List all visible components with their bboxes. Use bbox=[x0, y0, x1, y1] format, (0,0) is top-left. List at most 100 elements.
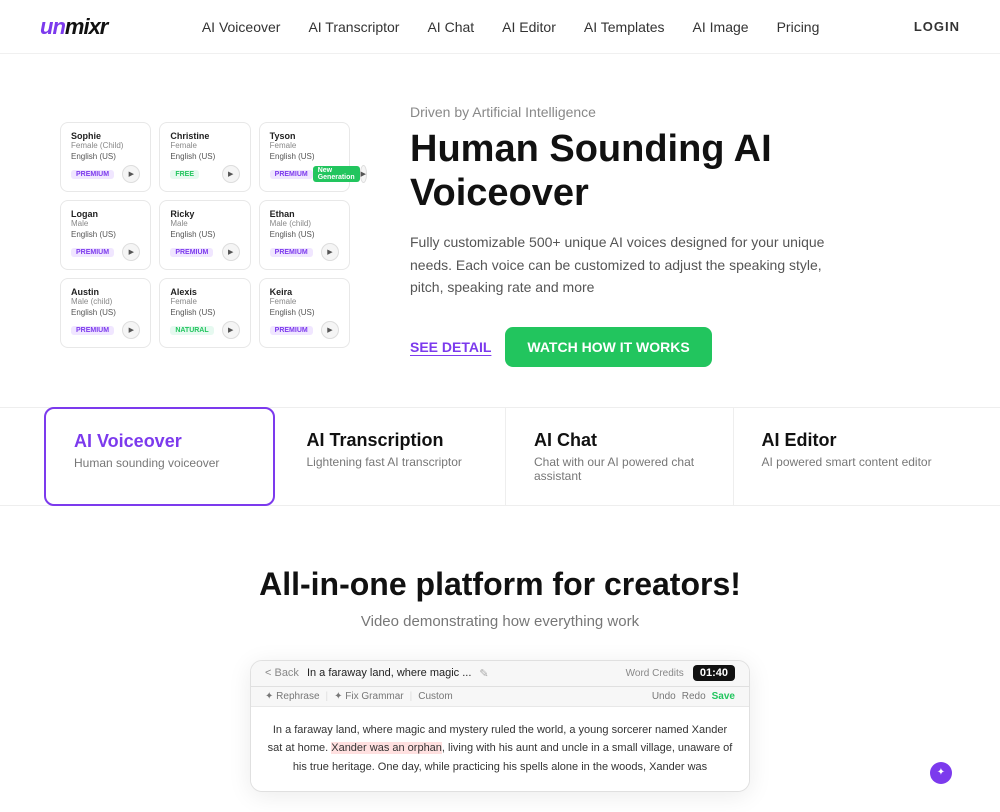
tab-desc-chat: Chat with our AI powered chat assistant bbox=[534, 455, 705, 483]
voice-grid-container: Sophie Female (Child) English (US) PREMI… bbox=[60, 122, 350, 348]
platform-title: All-in-one platform for creators! bbox=[40, 566, 960, 603]
voice-badge: PREMIUM bbox=[270, 170, 313, 179]
nav-link-ai-templates[interactable]: AI Templates bbox=[584, 19, 665, 35]
voice-badge: NATURAL bbox=[170, 326, 213, 335]
voice-name: Ethan bbox=[270, 209, 339, 219]
editor-fab-button[interactable]: ✦ bbox=[930, 762, 952, 784]
platform-desc: Video demonstrating how everything work bbox=[40, 613, 960, 630]
voice-badge: PREMIUM bbox=[71, 248, 114, 257]
voice-gender: Female bbox=[170, 141, 239, 150]
voice-card: Austin Male (child) English (US) PREMIUM… bbox=[60, 278, 151, 348]
voice-badge: PREMIUM bbox=[170, 248, 213, 257]
voice-badge: PREMIUM bbox=[71, 170, 114, 179]
nav-link-ai-transcriptor[interactable]: AI Transcriptor bbox=[308, 19, 399, 35]
voice-name: Christine bbox=[170, 131, 239, 141]
feature-tab-chat[interactable]: AI Chat Chat with our AI powered chat as… bbox=[506, 408, 734, 505]
voice-name: Ricky bbox=[170, 209, 239, 219]
see-detail-button[interactable]: SEE DETAIL bbox=[410, 339, 491, 355]
feature-tab-transcription[interactable]: AI Transcription Lightening fast AI tran… bbox=[279, 408, 507, 505]
voice-card: Ethan Male (child) English (US) PREMIUM … bbox=[259, 200, 350, 270]
watch-button[interactable]: WATCH HOW IT WORKS bbox=[505, 327, 711, 367]
voice-gender: Male (child) bbox=[270, 219, 339, 228]
voice-badge: FREE bbox=[170, 170, 199, 179]
voice-badge: PREMIUM bbox=[270, 248, 313, 257]
voice-gender: Female (Child) bbox=[71, 141, 140, 150]
voice-name: Sophie bbox=[71, 131, 140, 141]
voice-name: Austin bbox=[71, 287, 140, 297]
nav-link-pricing[interactable]: Pricing bbox=[777, 19, 820, 35]
voice-gender: Male bbox=[170, 219, 239, 228]
nav-link-ai-image[interactable]: AI Image bbox=[693, 19, 749, 35]
nav-link-ai-chat[interactable]: AI Chat bbox=[427, 19, 474, 35]
nav-links: AI Voiceover AI Transcriptor AI Chat AI Edi… bbox=[202, 19, 820, 35]
tab-desc-transcription: Lightening fast AI transcriptor bbox=[307, 455, 478, 469]
editor-preview: < Back In a faraway land, where magic ..… bbox=[250, 660, 750, 792]
play-button[interactable]: ▶ bbox=[122, 321, 140, 339]
navbar: unmixr AI Voiceover AI Transcriptor AI Cha… bbox=[0, 0, 1000, 54]
voice-lang: English (US) bbox=[170, 308, 239, 317]
hero-driven: Driven by Artificial Intelligence bbox=[410, 104, 940, 120]
play-button[interactable]: ▶ bbox=[222, 165, 240, 183]
editor-preview-wrapper: < Back In a faraway land, where magic ..… bbox=[40, 660, 960, 792]
voice-gender: Female bbox=[270, 141, 339, 150]
voice-card: Alexis Female English (US) NATURAL ▶ bbox=[159, 278, 250, 348]
custom-btn[interactable]: Custom bbox=[418, 691, 452, 702]
fix-grammar-btn[interactable]: ✦ Fix Grammar bbox=[334, 691, 404, 702]
voice-card: Tyson Female English (US) PREMIUM New Ge… bbox=[259, 122, 350, 192]
voice-name: Logan bbox=[71, 209, 140, 219]
voice-card: Sophie Female (Child) English (US) PREMI… bbox=[60, 122, 151, 192]
voice-lang: English (US) bbox=[170, 230, 239, 239]
nav-link-ai-editor[interactable]: AI Editor bbox=[502, 19, 556, 35]
nav-link-ai-voiceover[interactable]: AI Voiceover bbox=[202, 19, 281, 35]
voice-gender: Female bbox=[170, 297, 239, 306]
save-btn[interactable]: Save bbox=[712, 691, 735, 702]
voice-lang: English (US) bbox=[71, 152, 140, 161]
hero-text: Driven by Artificial Intelligence Human … bbox=[410, 104, 940, 367]
voice-card: Christine Female English (US) FREE ▶ bbox=[159, 122, 250, 192]
play-button[interactable]: ▶ bbox=[222, 321, 240, 339]
play-button[interactable]: ▶ bbox=[360, 165, 367, 183]
voice-card: Logan Male English (US) PREMIUM ▶ bbox=[60, 200, 151, 270]
voice-grid: Sophie Female (Child) English (US) PREMI… bbox=[60, 122, 350, 348]
edit-icon[interactable]: ✎ bbox=[479, 667, 488, 680]
tab-desc-editor: AI powered smart content editor bbox=[762, 455, 933, 469]
hero-section: Sophie Female (Child) English (US) PREMI… bbox=[0, 54, 1000, 397]
voice-lang: English (US) bbox=[170, 152, 239, 161]
voice-name: Tyson bbox=[270, 131, 339, 141]
logo: unmixr bbox=[40, 14, 107, 40]
hero-title: Human Sounding AI Voiceover bbox=[410, 128, 940, 215]
editor-topbar: < Back In a faraway land, where magic ..… bbox=[251, 661, 749, 687]
undo-btn[interactable]: Undo bbox=[652, 691, 676, 702]
redo-btn[interactable]: Redo bbox=[682, 691, 706, 702]
features-tabs: AI Voiceover Human sounding voiceover AI… bbox=[0, 407, 1000, 506]
editor-timer: 01:40 bbox=[693, 665, 735, 681]
voice-name: Keira bbox=[270, 287, 339, 297]
voice-lang: English (US) bbox=[270, 230, 339, 239]
voice-name: Alexis bbox=[170, 287, 239, 297]
play-button[interactable]: ▶ bbox=[321, 243, 339, 261]
editor-filename: In a faraway land, where magic ... bbox=[307, 667, 471, 679]
voice-gender: Male bbox=[71, 219, 140, 228]
play-button[interactable]: ▶ bbox=[122, 165, 140, 183]
feature-tab-voiceover[interactable]: AI Voiceover Human sounding voiceover bbox=[44, 407, 275, 506]
hero-buttons: SEE DETAIL WATCH HOW IT WORKS bbox=[410, 327, 940, 367]
editor-back[interactable]: < Back bbox=[265, 667, 299, 679]
voice-gender: Female bbox=[270, 297, 339, 306]
feature-tab-editor[interactable]: AI Editor AI powered smart content edito… bbox=[734, 408, 961, 505]
voice-badge: PREMIUM bbox=[270, 326, 313, 335]
play-button[interactable]: ▶ bbox=[321, 321, 339, 339]
rephrase-btn[interactable]: ✦ Rephrase bbox=[265, 691, 320, 702]
tab-title-voiceover: AI Voiceover bbox=[74, 431, 245, 452]
voice-lang: English (US) bbox=[270, 152, 339, 161]
editor-body: In a faraway land, where magic and myste… bbox=[251, 707, 749, 791]
voice-lang: English (US) bbox=[71, 308, 140, 317]
voice-gender: Male (child) bbox=[71, 297, 140, 306]
voice-lang: English (US) bbox=[270, 308, 339, 317]
login-button[interactable]: LOGIN bbox=[914, 19, 960, 34]
voice-card: Ricky Male English (US) PREMIUM ▶ bbox=[159, 200, 250, 270]
play-button[interactable]: ▶ bbox=[122, 243, 140, 261]
play-button[interactable]: ▶ bbox=[222, 243, 240, 261]
voice-card: Keira Female English (US) PREMIUM ▶ bbox=[259, 278, 350, 348]
tab-title-chat: AI Chat bbox=[534, 430, 705, 451]
voice-badge: PREMIUM bbox=[71, 326, 114, 335]
